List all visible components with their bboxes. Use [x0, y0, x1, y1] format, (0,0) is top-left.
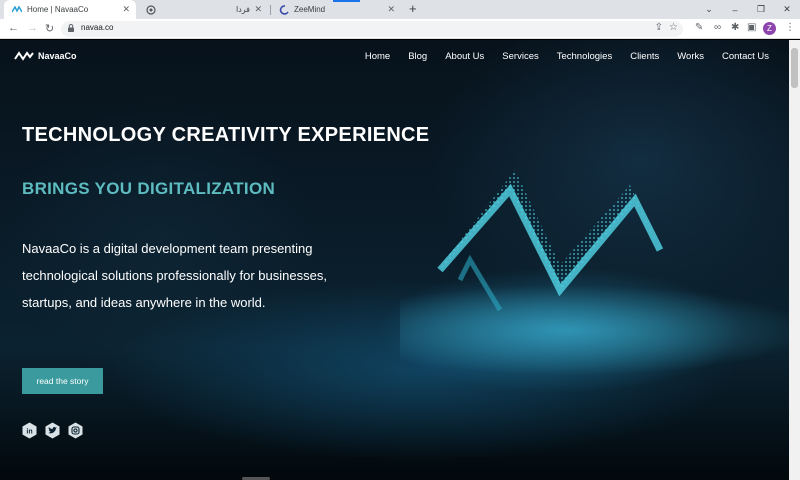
nav-blog[interactable]: Blog [408, 51, 427, 62]
restore-icon[interactable]: ❐ [748, 4, 774, 15]
close-icon[interactable]: ✕ [387, 4, 395, 15]
new-tab-icon[interactable]: + [409, 1, 417, 16]
tab-title: ZeeMind [294, 5, 326, 14]
profile-avatar[interactable]: Z [763, 22, 776, 35]
tab-zeemind[interactable]: ZeeMind ✕ [271, 0, 401, 19]
vertical-scrollbar[interactable] [789, 40, 800, 480]
hero-section: NavaaCo Home Blog About Us Services Tech… [0, 40, 789, 480]
twitter-icon[interactable] [44, 422, 61, 439]
scrollbar-thumb[interactable] [791, 48, 798, 88]
puzzle-icon[interactable]: ✱ [731, 22, 739, 33]
loading-indicator [333, 0, 360, 2]
extension-2-icon[interactable]: ∞ [714, 22, 721, 33]
hero-subheadline: BRINGS YOU DIGITALIZATION [22, 179, 276, 198]
navaaco-logo-icon [14, 51, 34, 61]
hero-headline: TECHNOLOGY CREATIVITY EXPERIENCE [22, 124, 430, 146]
star-icon[interactable]: ☆ [669, 22, 678, 33]
nav-clients[interactable]: Clients [630, 51, 659, 62]
main-nav: Home Blog About Us Services Technologies… [347, 51, 769, 62]
farda-favicon [146, 4, 156, 15]
window-controls: ⌄ – ❐ ✕ [696, 0, 800, 19]
sidebar-icon[interactable]: ▣ [747, 22, 756, 33]
forward-icon[interactable]: → [27, 22, 38, 34]
nav-works[interactable]: Works [677, 51, 704, 62]
lock-icon[interactable] [68, 24, 74, 32]
nav-about-us[interactable]: About Us [445, 51, 484, 62]
brand-name: NavaaCo [38, 51, 77, 61]
site-logo[interactable]: NavaaCo [14, 51, 77, 61]
back-icon[interactable]: ← [8, 22, 19, 34]
instagram-icon[interactable] [67, 422, 84, 439]
hero-description: NavaaCo is a digital development team pr… [22, 241, 327, 310]
navaaco-favicon [12, 5, 22, 15]
tab-farda[interactable]: فردا ✕ [138, 0, 268, 19]
browser-toolbar: ← → ↻ navaa.co ⇪ ☆ ✎ ∞ ✱ ▣ Z ⋮ [0, 19, 800, 39]
minimize-icon[interactable]: – [722, 5, 748, 15]
tab-title: Home | NavaaCo [27, 5, 89, 14]
tab-search-icon[interactable]: ⌄ [696, 4, 722, 15]
social-links: in [21, 422, 90, 439]
tab-navaaco[interactable]: Home | NavaaCo ✕ [4, 0, 136, 19]
reload-icon[interactable]: ↻ [45, 22, 54, 35]
nav-services[interactable]: Services [502, 51, 538, 62]
menu-icon[interactable]: ⋮ [785, 22, 795, 33]
share-icon[interactable]: ⇪ [655, 22, 663, 33]
nav-contact-us[interactable]: Contact Us [722, 51, 769, 62]
extension-icon[interactable]: ✎ [695, 22, 703, 33]
close-icon[interactable]: ✕ [254, 4, 262, 15]
close-window-icon[interactable]: ✕ [774, 4, 800, 15]
zeemind-favicon [279, 4, 289, 15]
close-icon[interactable]: ✕ [122, 4, 130, 15]
read-the-story-button[interactable]: read the story [22, 368, 103, 394]
svg-text:in: in [26, 429, 32, 436]
nav-home[interactable]: Home [365, 51, 390, 62]
linkedin-icon[interactable]: in [21, 422, 38, 439]
address-bar[interactable]: navaa.co ⇪ ☆ [61, 21, 683, 37]
hero-logo-art [400, 170, 789, 375]
url-text: navaa.co [81, 23, 114, 32]
nav-technologies[interactable]: Technologies [557, 51, 612, 62]
tab-title: فردا [235, 5, 250, 14]
tab-strip: Home | NavaaCo ✕ فردا ✕ ZeeMind ✕ + ⌄ – … [0, 0, 800, 19]
